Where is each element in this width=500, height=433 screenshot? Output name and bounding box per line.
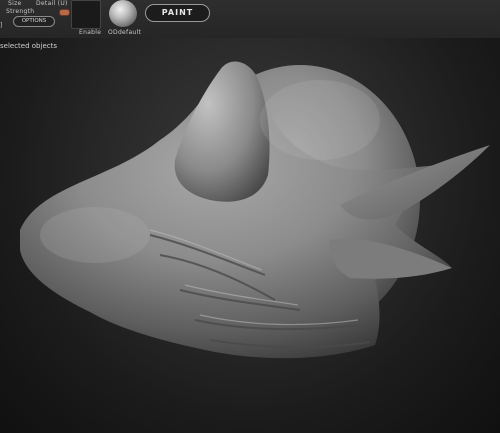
material-sphere-icon[interactable] (109, 0, 137, 27)
top-toolbar: Size Detail (U) Strength ] OPTIONS Enabl… (0, 0, 500, 38)
3d-viewport[interactable]: Size Detail (U) Strength ] OPTIONS Enabl… (0, 0, 500, 433)
options-button[interactable]: OPTIONS (13, 16, 55, 27)
horn (174, 61, 270, 202)
selected-objects-label: selected objects (0, 42, 57, 50)
sculpt-model[interactable] (0, 0, 500, 433)
color-swatch[interactable] (71, 0, 101, 29)
size-label[interactable]: Size (8, 0, 22, 7)
material-label[interactable]: ODdefault (108, 29, 141, 36)
paint-button[interactable]: PAINT (145, 4, 210, 22)
bracket-label: ] (0, 22, 3, 29)
enable-label[interactable]: Enable (79, 29, 101, 36)
strength-label[interactable]: Strength (6, 8, 34, 15)
strength-slider-knob[interactable] (59, 9, 70, 16)
detail-label[interactable]: Detail (U) (36, 0, 68, 7)
